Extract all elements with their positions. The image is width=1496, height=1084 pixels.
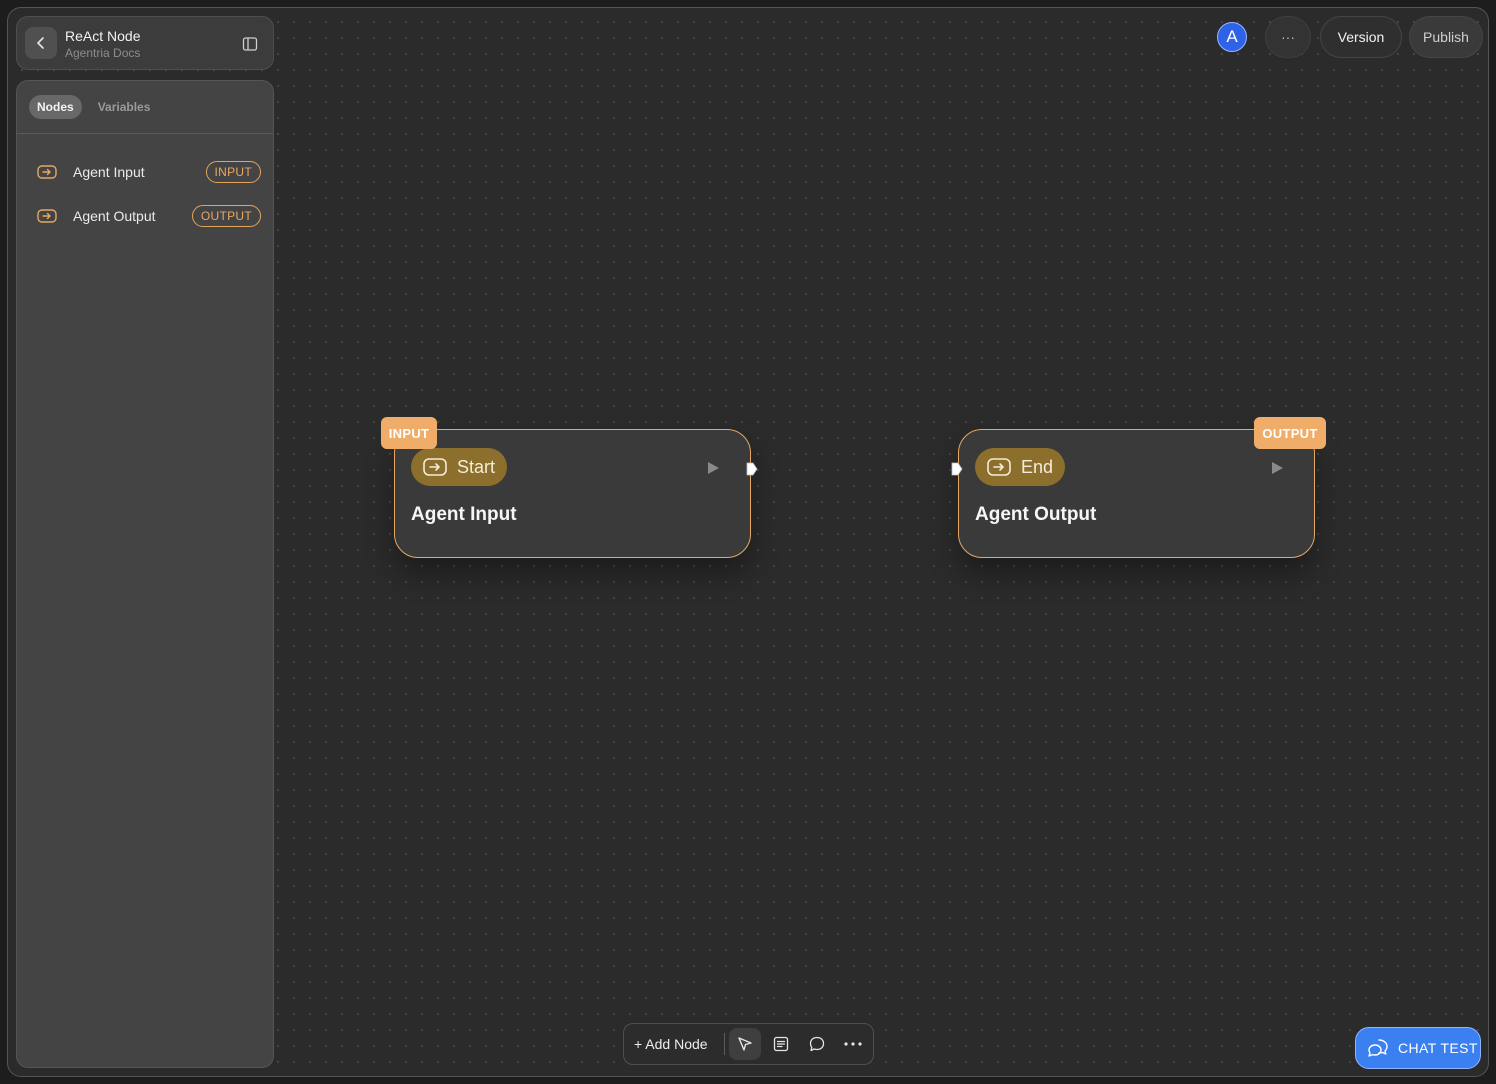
comment-bubble-icon [809, 1036, 825, 1052]
chat-test-label: CHAT TEST [1398, 1040, 1478, 1056]
project-subtitle: Agentria Docs [65, 46, 141, 60]
cursor-pointer-icon [738, 1037, 752, 1051]
publish-button[interactable]: Publish [1409, 16, 1483, 58]
chat-bubbles-icon [1368, 1039, 1388, 1057]
sidebar-item-label: Agent Input [73, 164, 145, 180]
tab-nodes[interactable]: Nodes [29, 95, 82, 119]
output-handle[interactable] [746, 462, 758, 476]
type-badge: INPUT [205, 161, 261, 183]
node-title: Agent Output [975, 504, 1097, 525]
play-icon[interactable] [1270, 461, 1284, 475]
arrow-in-box-icon [423, 458, 447, 476]
sidebar-item-label: Agent Output [73, 208, 156, 224]
pointer-tool-button[interactable] [729, 1028, 761, 1060]
sidebar-toggle-button[interactable] [241, 35, 259, 53]
sidebar-panel-icon [242, 37, 258, 51]
project-title: ReAct Node [65, 28, 141, 44]
workflow-canvas[interactable]: ReAct Node Agentria Docs Nodes Variables… [7, 7, 1489, 1077]
node-list: Agent Input INPUT Agent Output OUTPUT [17, 134, 273, 238]
node-agent-input[interactable]: Start Agent Input [394, 429, 758, 558]
canvas-toolbar: + Add Node [623, 1023, 874, 1065]
node-title: Agent Input [411, 504, 517, 525]
play-icon[interactable] [706, 461, 720, 475]
node-chip-label: End [1021, 456, 1054, 477]
arrow-in-box-icon [37, 165, 57, 179]
node-chip-label: Start [457, 456, 496, 477]
toolbar-divider [724, 1033, 725, 1055]
chat-test-button[interactable]: CHAT TEST [1355, 1027, 1481, 1069]
version-button[interactable]: Version [1320, 16, 1402, 58]
add-node-button[interactable]: + Add Node [624, 1036, 724, 1052]
chevron-left-icon [37, 37, 44, 49]
more-tools-button[interactable] [837, 1028, 869, 1060]
ellipsis-icon [844, 1042, 862, 1046]
node-type-chip: End [975, 448, 1066, 486]
input-handle[interactable] [951, 462, 963, 476]
node-tag-input: INPUT [381, 417, 437, 449]
avatar[interactable]: A [1217, 22, 1247, 52]
note-tool-button[interactable] [765, 1028, 797, 1060]
node-type-chip: Start [411, 448, 508, 486]
sidebar-tabs: Nodes Variables [17, 81, 273, 134]
type-badge: OUTPUT [191, 205, 261, 227]
arrow-in-box-icon [37, 209, 57, 223]
sidebar-panel: Nodes Variables Agent Input INPUT Agent … [16, 80, 274, 1068]
sidebar-item-agent-input[interactable]: Agent Input INPUT [17, 150, 273, 194]
note-icon [773, 1036, 789, 1052]
arrow-in-box-icon [987, 458, 1011, 476]
more-options-button[interactable]: ··· [1265, 16, 1311, 58]
node-tag-output: OUTPUT [1254, 417, 1326, 449]
sidebar-item-agent-output[interactable]: Agent Output OUTPUT [17, 194, 273, 238]
back-button[interactable] [25, 27, 57, 59]
project-header: ReAct Node Agentria Docs [16, 16, 274, 70]
title-block: ReAct Node Agentria Docs [65, 27, 140, 61]
tab-variables[interactable]: Variables [90, 95, 159, 119]
comment-tool-button[interactable] [801, 1028, 833, 1060]
